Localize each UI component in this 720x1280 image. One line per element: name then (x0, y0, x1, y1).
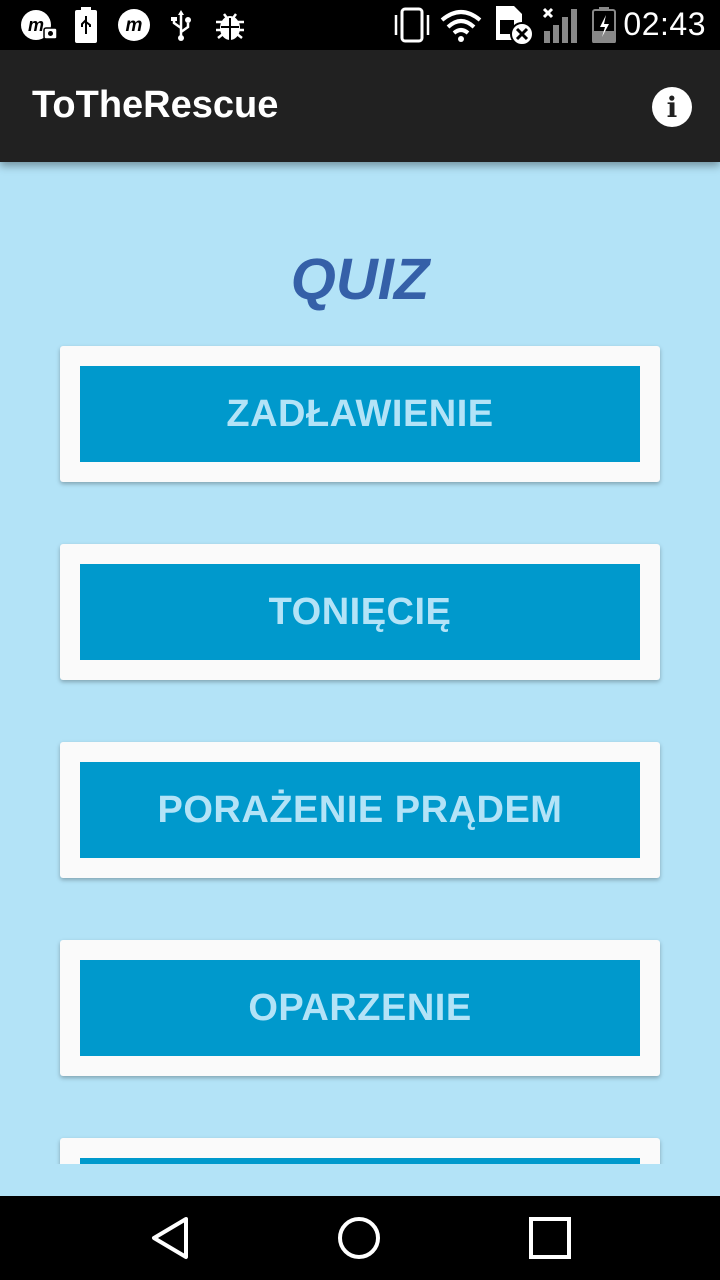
clock-time: 02:43 (623, 6, 706, 42)
quiz-card: TONIĘCIĘ (60, 544, 660, 680)
battery-charging-icon (592, 7, 616, 43)
page-title: QUIZ (290, 247, 430, 312)
signal-icon (540, 7, 582, 43)
quiz-drowning-button[interactable]: TONIĘCIĘ (80, 564, 640, 660)
svg-text:m: m (126, 15, 143, 36)
app-title: ToTheRescue (32, 84, 279, 126)
usb-icon (170, 8, 192, 42)
quiz-card: PORAŻENIE PRĄDEM (60, 742, 660, 878)
battery-usb-icon (74, 7, 98, 43)
quiz-choking-button[interactable]: ZADŁAWIENIE (80, 366, 640, 462)
vibrate-icon (392, 7, 432, 43)
info-icon: i (666, 90, 678, 124)
svg-text:m: m (28, 15, 44, 35)
back-icon[interactable] (146, 1214, 194, 1262)
recents-icon[interactable] (526, 1214, 574, 1262)
quiz-burn-button[interactable]: OPARZENIE (80, 960, 640, 1056)
quiz-card (60, 1138, 660, 1164)
status-bar: m m 02:43 (0, 0, 720, 50)
bug-icon (212, 8, 248, 42)
quiz-card: OPARZENIE (60, 940, 660, 1076)
home-icon[interactable] (335, 1214, 383, 1262)
wifi-icon (440, 8, 482, 42)
m-icon: m (116, 8, 152, 42)
quiz-content[interactable]: QUIZ ZADŁAWIENIE TONIĘCIĘ PORAŻENIE PRĄD… (0, 162, 720, 1164)
quiz-electric-shock-button[interactable]: PORAŻENIE PRĄDEM (80, 762, 640, 858)
quiz-next-button[interactable] (80, 1158, 640, 1164)
sim-off-icon (492, 6, 536, 46)
info-button[interactable]: i (652, 87, 692, 127)
quiz-card: ZADŁAWIENIE (60, 346, 660, 482)
navigation-bar (0, 1196, 720, 1280)
app-bar: ToTheRescue (0, 50, 720, 162)
m-camera-icon: m (20, 8, 58, 42)
